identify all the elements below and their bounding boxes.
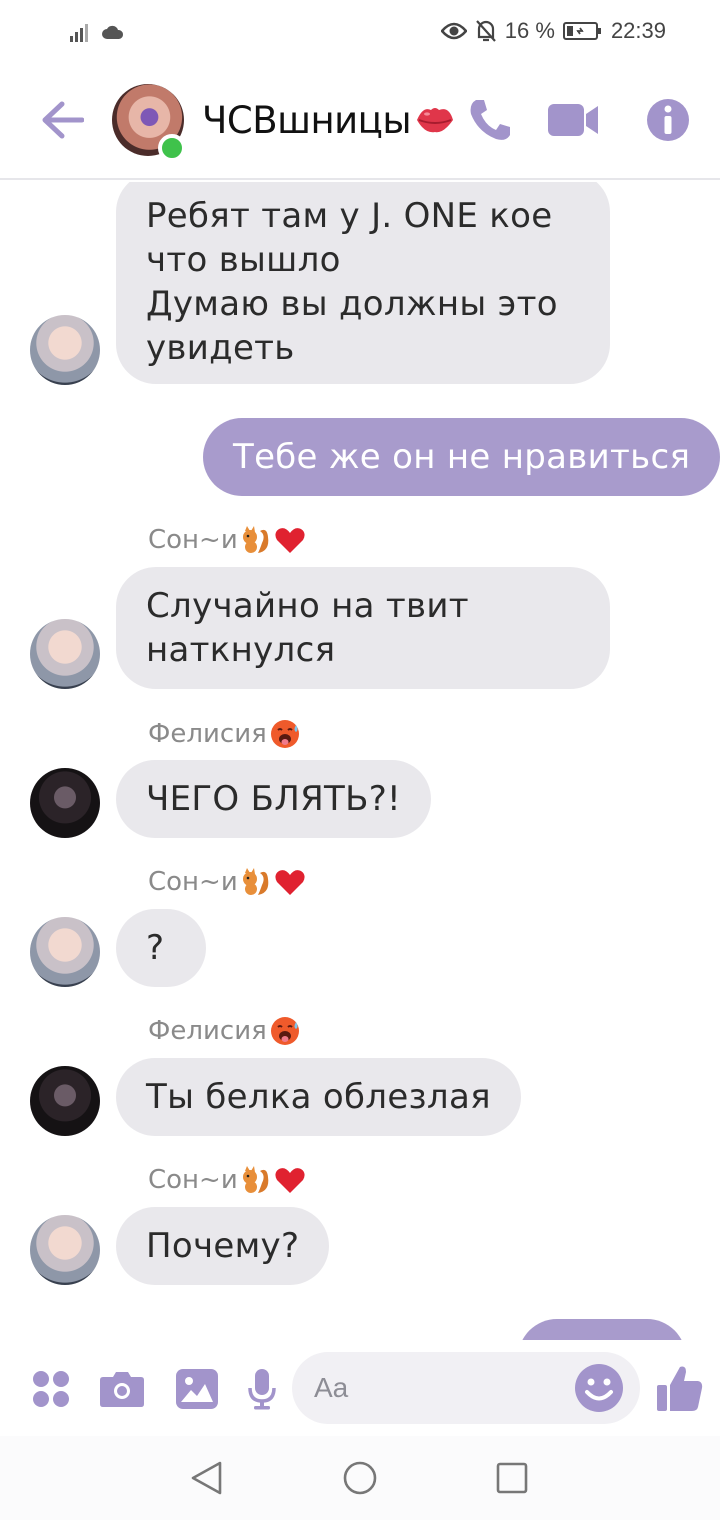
squirrel-emoji [242,868,269,895]
red-heart-emoji [275,528,305,553]
message-line: Случайно на твит [146,586,469,626]
red-heart-emoji [275,1168,305,1193]
sender-name: Сон~и [148,522,306,558]
image-icon [176,1369,218,1409]
chat-info-button[interactable] [640,92,696,148]
message-line: Ребят там у J. ONE кое [146,196,553,236]
clock: 22:39 [610,18,666,43]
nav-back-button[interactable] [184,1456,228,1500]
message-text: ЧЕГО БЛЯТЬ?! [146,779,401,819]
emoji-button[interactable] [574,1363,624,1413]
message-line: Думаю вы должны это [146,284,558,324]
video-call-button[interactable] [546,92,602,148]
microphone-icon [248,1369,276,1410]
message-line: увидеть [146,328,295,368]
triangle-back-icon [191,1461,222,1495]
chat-title[interactable]: ЧСВшницы [202,94,457,146]
sender-name: Фелисия [148,1013,301,1049]
message-text: Почему? [146,1226,300,1266]
message-bubble[interactable]: ЧЕГО БЛЯТЬ?! [116,760,431,838]
circle-home-icon [343,1461,377,1495]
message-bubble[interactable]: ? [116,909,206,987]
voice-message-button[interactable] [237,1364,287,1414]
squirrel-emoji [242,526,269,553]
eye-icon [440,22,467,40]
back-arrow-icon [42,101,84,139]
message-list[interactable]: Ребят там у J. ONE кое что вышло Думаю в… [0,182,720,1340]
status-left [70,18,124,46]
battery-percent: 16 % [504,18,555,43]
outgoing-message-bubble[interactable]: Тебе же он не нравиться [203,418,720,496]
nav-home-button[interactable] [338,1456,382,1500]
sender-name: Фелисия [148,716,301,752]
sender-name-text: Сон~и [148,525,238,555]
system-nav-bar [0,1436,720,1520]
message-text: ? [146,928,165,968]
smiley-icon [575,1364,623,1412]
sender-name: Сон~и [148,864,306,900]
four-dots-icon [33,1371,69,1407]
message-line: наткнулся [146,630,336,670]
message-bubble[interactable]: Почему? [116,1207,330,1285]
sender-avatar[interactable] [30,619,100,689]
sender-name: Сон~и [148,1162,306,1198]
sender-name-text: Сон~и [148,1165,238,1195]
back-button[interactable] [38,98,86,142]
online-indicator [158,134,186,162]
nav-recents-button[interactable] [490,1456,534,1500]
muted-bell-icon [475,19,497,43]
message-bubble[interactable]: Ты белка облезлая [116,1058,521,1136]
sender-name-text: Сон~и [148,867,238,897]
message-line: что вышло [146,240,341,280]
chat-header: ЧСВшницы [0,64,720,180]
message-composer [0,1340,720,1436]
squirrel-emoji [242,1166,269,1193]
message-bubble[interactable]: Случайно на твит наткнулся [116,567,610,689]
camera-icon [100,1372,144,1407]
phone-icon [470,100,510,140]
kiss-lips-emoji [417,108,454,133]
sender-name-text: Фелисия [148,1016,267,1046]
sender-name-text: Фелисия [148,719,267,749]
hot-face-emoji [270,720,299,748]
more-options-button[interactable] [26,1364,76,1414]
voice-call-button[interactable] [462,92,518,148]
gallery-button[interactable] [172,1364,222,1414]
hot-face-emoji [270,1017,299,1045]
like-button[interactable] [654,1360,706,1416]
battery-icon [562,21,603,41]
sender-avatar[interactable] [30,315,100,385]
red-heart-emoji [275,870,305,895]
info-icon [647,99,689,141]
message-bubble[interactable]: Ребят там у J. ONE кое что вышло Думаю в… [116,182,610,384]
status-bar: 16 % 22:39 [0,0,720,64]
message-text: Ты белка облезлая [146,1077,491,1117]
outgoing-message-bubble[interactable] [518,1319,686,1340]
video-camera-icon [548,104,598,136]
sender-avatar[interactable] [30,1066,100,1136]
status-right: 16 % 22:39 [440,16,666,46]
sender-avatar[interactable] [30,768,100,838]
chat-title-text: ЧСВшницы [202,98,412,142]
cloud-icon [102,25,124,39]
message-text: Тебе же он не нравиться [233,437,691,477]
sender-avatar[interactable] [30,917,100,987]
thumbs-up-icon [657,1366,703,1411]
signal-icon [70,22,94,42]
camera-button[interactable] [97,1364,147,1414]
sender-avatar[interactable] [30,1215,100,1285]
square-recents-icon [496,1462,528,1494]
